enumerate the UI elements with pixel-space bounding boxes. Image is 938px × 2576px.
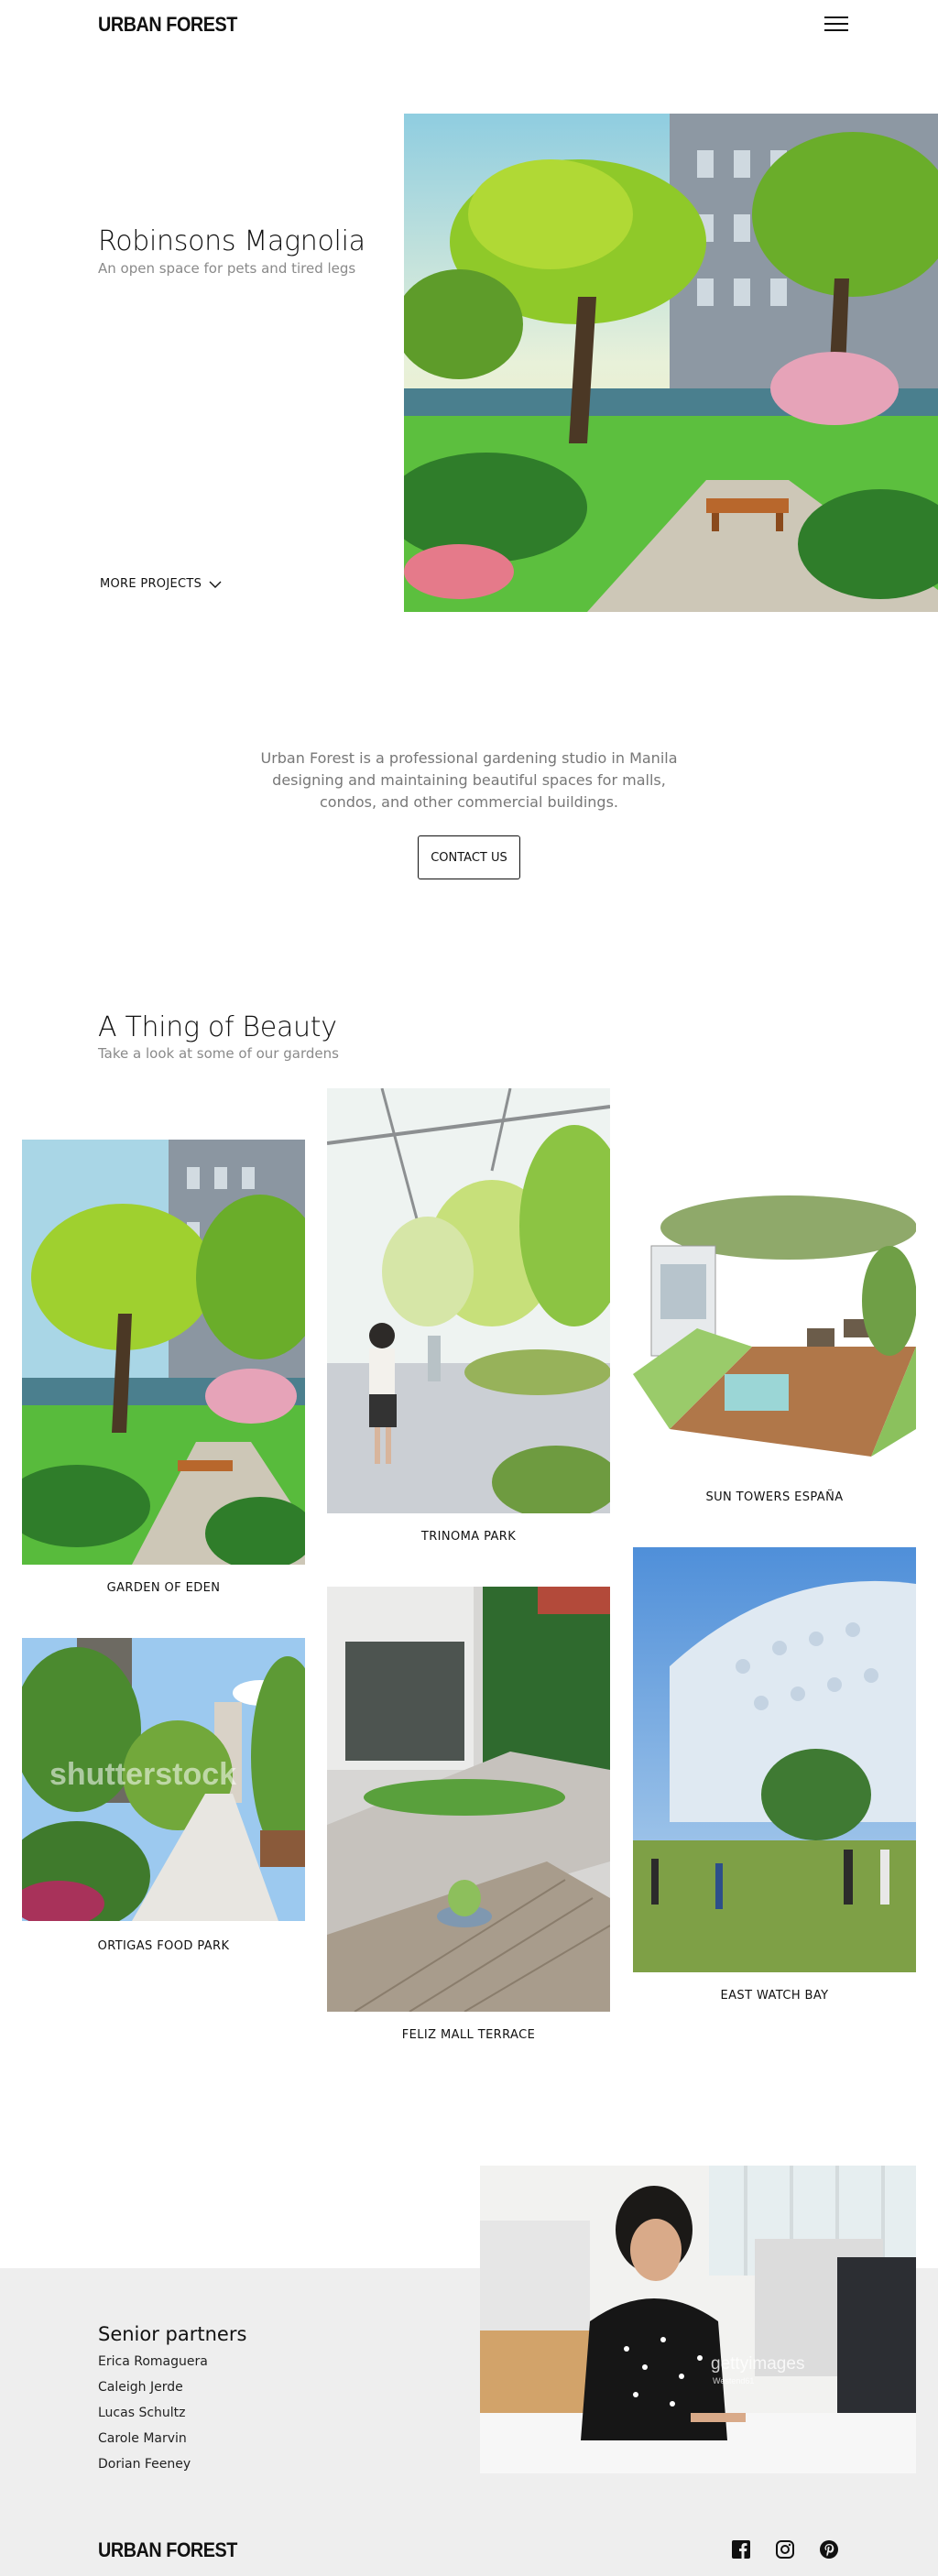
partners-title: Senior partners <box>98 2323 247 2345</box>
partner-name: Dorian Feeney <box>98 2457 191 2472</box>
facebook-icon[interactable] <box>731 2539 751 2560</box>
partner-name: Lucas Schultz <box>98 2406 186 2420</box>
instagram-icon[interactable] <box>775 2539 795 2560</box>
contact-us-button[interactable]: CONTACT US <box>418 835 520 879</box>
watermark-text: shutterstock <box>49 1757 237 1792</box>
partner-name: Carole Marvin <box>98 2431 187 2446</box>
gallery-title: A Thing of Beauty <box>98 1011 337 1043</box>
footer-logo[interactable]: URBAN FOREST <box>98 2538 237 2562</box>
gallery-caption-ortigas-food-park: ORTIGAS FOOD PARK <box>97 1939 230 1953</box>
hero-image <box>404 114 938 612</box>
site-logo[interactable]: URBAN FOREST <box>98 13 237 37</box>
pinterest-icon[interactable] <box>819 2539 839 2560</box>
gallery-item-ortigas-food-park[interactable]: shutterstock <box>22 1638 305 1921</box>
intro-text: Urban Forest is a professional gardening… <box>260 749 678 811</box>
gallery-subtitle: Take a look at some of our gardens <box>98 1045 339 1062</box>
chevron-down-icon <box>209 581 222 588</box>
gallery-item-sun-towers-espana[interactable] <box>633 1191 916 1466</box>
hero-subtitle: An open space for pets and tired legs <box>98 260 356 277</box>
hero-title: Robinsons Magnolia <box>98 225 365 257</box>
gallery-item-trinoma-park[interactable] <box>327 1088 610 1513</box>
gallery-item-east-watch-bay[interactable] <box>633 1547 916 1972</box>
more-projects-link[interactable]: MORE PROJECTS <box>100 577 222 591</box>
gallery-caption-garden-of-eden: GARDEN OF EDEN <box>106 1581 221 1595</box>
gallery-caption-trinoma-park: TRINOMA PARK <box>420 1530 517 1544</box>
partner-name: Erica Romaguera <box>98 2354 208 2369</box>
hamburger-menu-icon[interactable] <box>824 16 848 33</box>
partner-name: Caleigh Jerde <box>98 2380 183 2395</box>
gallery-item-garden-of-eden[interactable] <box>22 1140 305 1565</box>
gallery-caption-east-watch-bay: EAST WATCH BAY <box>720 1989 829 2003</box>
gallery-caption-feliz-mall-terrace: FELIZ MALL TERRACE <box>401 2028 536 2042</box>
partners-photo: gettyimages Westend61 <box>480 2166 916 2473</box>
gallery-item-feliz-mall-terrace[interactable] <box>327 1587 610 2012</box>
getty-watermark: gettyimages <box>711 2354 805 2374</box>
more-projects-label: MORE PROJECTS <box>100 577 202 591</box>
getty-watermark-sub: Westend61 <box>713 2376 755 2385</box>
gallery-caption-sun-towers-espana: SUN TOWERS ESPAÑA <box>705 1490 844 1504</box>
